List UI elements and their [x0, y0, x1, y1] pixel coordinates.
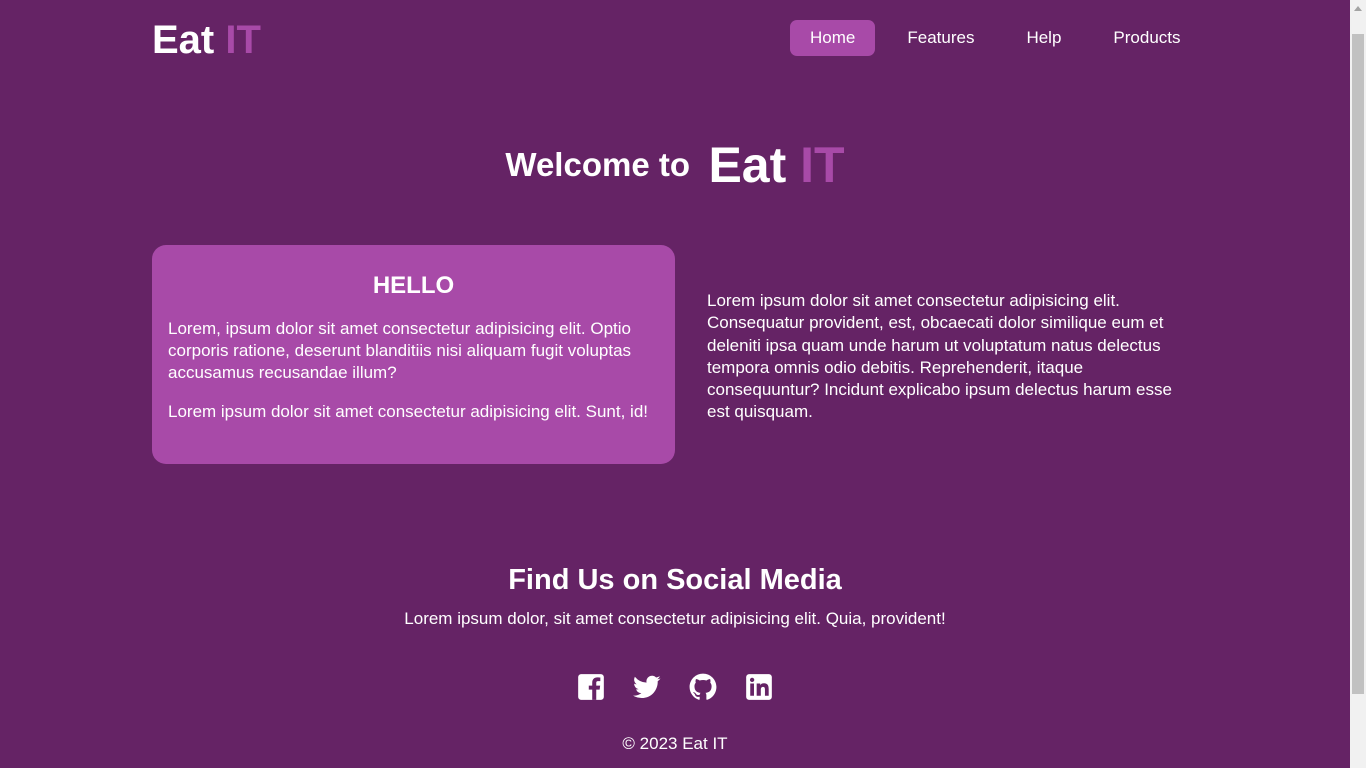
intro-text: Lorem ipsum dolor sit amet consectetur a…: [707, 291, 1172, 422]
hero-welcome: Welcome to: [505, 146, 690, 183]
scrollbar-thumb[interactable]: [1352, 34, 1364, 694]
main-nav: Home Features Help Products: [790, 20, 1201, 56]
card-title: HELLO: [372, 272, 455, 299]
scroll-up-arrow-icon[interactable]: [1350, 0, 1366, 17]
logo-accent: IT: [225, 18, 261, 62]
logo[interactable]: Eat IT: [152, 18, 261, 62]
hello-card: HELLO Lorem, ipsum dolor sit amet consec…: [152, 245, 675, 464]
social-subtitle: Lorem ipsum dolor, sit amet consectetur …: [404, 609, 946, 628]
nav-products[interactable]: Products: [1093, 20, 1200, 56]
hero-brand: Eat IT: [708, 137, 844, 193]
scrollbar[interactable]: [1350, 0, 1366, 768]
facebook-icon[interactable]: [577, 673, 605, 701]
logo-main: Eat: [152, 18, 215, 62]
linkedin-icon[interactable]: [745, 673, 773, 701]
hero-brand-main: Eat: [708, 137, 787, 193]
nav-home[interactable]: Home: [790, 20, 876, 56]
card-paragraph-2: Lorem ipsum dolor sit amet consectetur a…: [168, 402, 649, 421]
nav-help[interactable]: Help: [1006, 20, 1081, 56]
page: Eat IT Home Features Help Products Welco…: [0, 0, 1350, 768]
github-icon[interactable]: [689, 673, 717, 701]
copyright: © 2023 Eat IT: [622, 734, 728, 753]
social-title: Find Us on Social Media: [508, 564, 842, 596]
nav-features[interactable]: Features: [887, 20, 994, 56]
hero-brand-accent: IT: [800, 137, 845, 193]
card-paragraph-1: Lorem, ipsum dolor sit amet consectetur …: [168, 319, 632, 382]
social-icons: [0, 673, 1350, 701]
hero-heading: Welcome to Eat IT: [0, 136, 1350, 194]
twitter-icon[interactable]: [633, 673, 661, 701]
